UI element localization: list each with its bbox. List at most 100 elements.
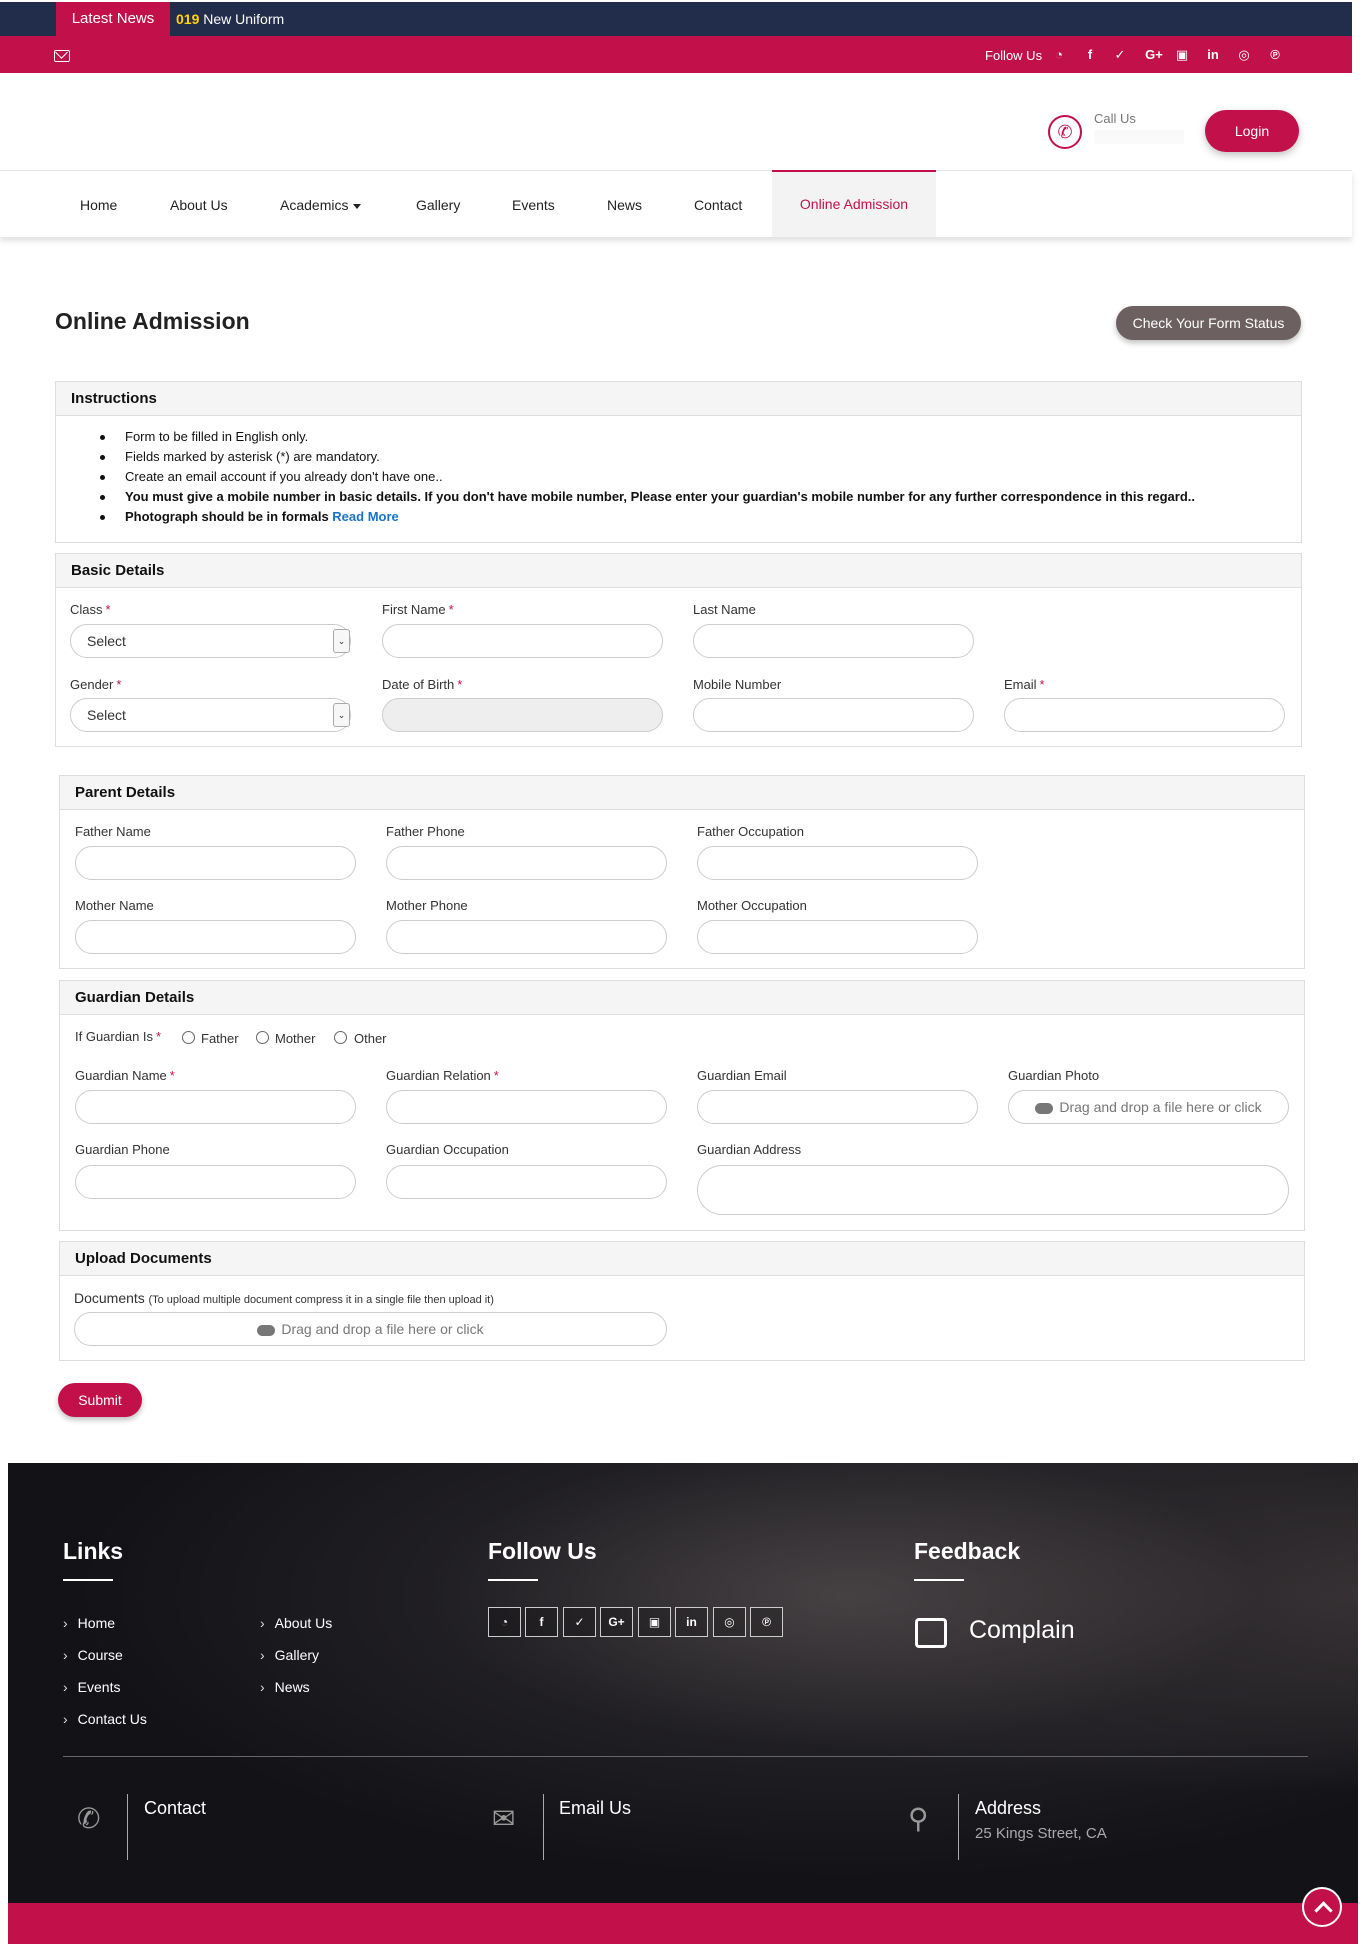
footer-link-about-us[interactable]: About Us: [260, 1615, 333, 1631]
footer-link-course[interactable]: Course: [63, 1647, 123, 1663]
linkedin-icon[interactable]: in: [675, 1607, 708, 1637]
radio-other-label: Other: [354, 1031, 387, 1046]
guardian-phone-input[interactable]: [75, 1165, 356, 1199]
nav-contact[interactable]: Contact: [694, 197, 742, 213]
guardian-occupation-label: Guardian Occupation: [386, 1142, 509, 1157]
mobile-input[interactable]: [693, 698, 974, 732]
footer-address-title: Address: [975, 1798, 1042, 1818]
facebook-icon[interactable]: f: [1080, 47, 1100, 62]
instruction-item: Form to be filled in English only.: [100, 427, 1195, 447]
footer-link-news[interactable]: News: [260, 1679, 310, 1695]
last-name-input[interactable]: [693, 624, 974, 658]
radio-mother[interactable]: [256, 1031, 269, 1044]
header: [0, 73, 1352, 170]
father-phone-label: Father Phone: [386, 824, 465, 839]
footer-link-home[interactable]: Home: [63, 1615, 115, 1631]
underline: [488, 1579, 538, 1581]
father-occupation-input[interactable]: [697, 846, 978, 880]
father-phone-input[interactable]: [386, 846, 667, 880]
instructions-title: Instructions: [56, 382, 1301, 416]
login-button[interactable]: Login: [1205, 110, 1299, 152]
class-label: Class *: [70, 602, 111, 617]
instagram-icon[interactable]: ◎: [713, 1607, 746, 1637]
chevron-down-icon: ⌄: [333, 703, 350, 727]
check-form-status-button[interactable]: Check Your Form Status: [1116, 306, 1301, 340]
mother-name-input[interactable]: [75, 920, 356, 954]
guardian-relation-input[interactable]: [386, 1090, 667, 1124]
class-select[interactable]: Select ⌄: [70, 624, 351, 658]
twitter-icon[interactable]: ✓: [1110, 47, 1130, 63]
guardian-relation-text: Guardian Relation: [386, 1068, 491, 1083]
footer-divider: [63, 1756, 1308, 1757]
guardian-photo-dropzone[interactable]: Drag and drop a file here or click: [1008, 1090, 1289, 1124]
instagram-icon[interactable]: ◎: [1234, 47, 1254, 63]
radio-father[interactable]: [182, 1031, 195, 1044]
father-occupation-label: Father Occupation: [697, 824, 804, 839]
envelope-icon: ✉: [492, 1803, 516, 1834]
map-marker-icon: ⚲: [908, 1803, 929, 1834]
footer-link-gallery[interactable]: Gallery: [260, 1647, 319, 1663]
required-mark: *: [156, 1029, 162, 1044]
footer-link-contact-us[interactable]: Contact Us: [63, 1711, 147, 1727]
twitter-icon[interactable]: ✓: [563, 1607, 596, 1637]
guardian-is-label: If Guardian Is *: [75, 1029, 161, 1044]
documents-dropzone[interactable]: Drag and drop a file here or click: [74, 1312, 667, 1346]
pinterest-icon[interactable]: ℗: [750, 1607, 783, 1637]
ticker-year: 019: [176, 11, 200, 27]
required-mark: *: [105, 602, 111, 617]
instruction-item: You must give a mobile number in basic d…: [100, 487, 1195, 507]
footer-background-photo: [8, 1463, 1358, 1903]
edit-icon: [915, 1618, 947, 1648]
mail-icon[interactable]: [54, 50, 70, 62]
guardian-address-input[interactable]: [697, 1165, 1289, 1215]
instruction-item: Create an email account if you already d…: [100, 467, 1195, 487]
mother-occupation-label: Mother Occupation: [697, 898, 807, 913]
guardian-name-input[interactable]: [75, 1090, 356, 1124]
scroll-to-top-button[interactable]: [1302, 1887, 1342, 1927]
nav-about-us[interactable]: About Us: [170, 197, 228, 213]
guardian-occupation-input[interactable]: [386, 1165, 667, 1199]
youtube-icon[interactable]: ▣: [638, 1607, 671, 1637]
father-name-input[interactable]: [75, 846, 356, 880]
mother-occupation-input[interactable]: [697, 920, 978, 954]
read-more-link[interactable]: Read More: [332, 509, 398, 524]
nav-online-admission[interactable]: Online Admission: [772, 170, 936, 237]
underline: [63, 1579, 113, 1581]
linkedin-icon[interactable]: in: [1203, 47, 1223, 62]
radio-other[interactable]: [334, 1031, 347, 1044]
mother-name-label: Mother Name: [75, 898, 154, 913]
facebook-icon[interactable]: f: [525, 1607, 558, 1637]
guardian-email-input[interactable]: [697, 1090, 978, 1124]
pinterest-icon[interactable]: ℗: [1265, 47, 1285, 62]
instructions-list: Form to be filled in English only. Field…: [100, 427, 1195, 527]
google-plus-icon[interactable]: G+: [600, 1607, 633, 1637]
whatsapp-icon[interactable]: ◔: [488, 1607, 521, 1637]
nav-academics[interactable]: Academics: [280, 197, 362, 213]
documents-label: Documents (To upload multiple document c…: [74, 1290, 494, 1306]
first-name-label-text: First Name: [382, 602, 446, 617]
email-input[interactable]: [1004, 698, 1285, 732]
gender-select-value: Select: [87, 707, 126, 723]
gender-select[interactable]: Select ⌄: [70, 698, 351, 732]
complain-link[interactable]: Complain: [969, 1616, 1075, 1645]
footer-link-events[interactable]: Events: [63, 1679, 121, 1695]
mother-phone-input[interactable]: [386, 920, 667, 954]
news-ticker[interactable]: 019 New Uniform: [176, 2, 284, 36]
class-select-value: Select: [87, 633, 126, 649]
guardian-email-label: Guardian Email: [697, 1068, 787, 1083]
submit-button[interactable]: Submit: [58, 1383, 142, 1417]
required-mark: *: [1039, 677, 1045, 692]
nav-home[interactable]: Home: [80, 197, 117, 213]
nav-events[interactable]: Events: [512, 197, 555, 213]
youtube-icon[interactable]: ▣: [1172, 47, 1192, 63]
footer: [8, 1463, 1358, 1903]
whatsapp-icon[interactable]: ◔: [1049, 47, 1069, 62]
footer-address-value: 25 Kings Street, CA: [975, 1825, 1107, 1842]
nav-news[interactable]: News: [607, 197, 642, 213]
first-name-input[interactable]: [382, 624, 663, 658]
follow-us-label: Follow Us: [985, 48, 1043, 63]
dob-input[interactable]: [382, 698, 663, 732]
guardian-phone-label: Guardian Phone: [75, 1142, 170, 1157]
google-plus-icon[interactable]: G+: [1141, 47, 1167, 62]
nav-gallery[interactable]: Gallery: [416, 197, 460, 213]
